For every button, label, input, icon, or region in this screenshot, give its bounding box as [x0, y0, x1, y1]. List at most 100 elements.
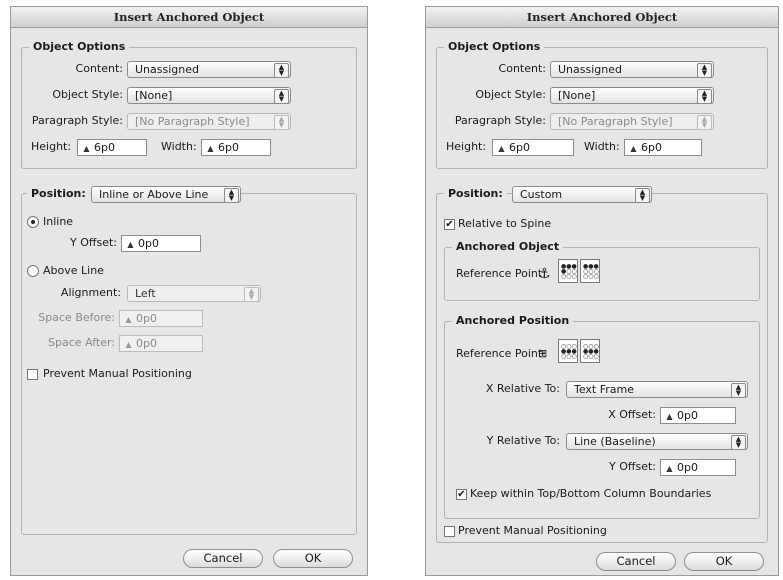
dialog-right: Insert Anchored Object Object Options Co…: [425, 6, 779, 576]
x-relative-select[interactable]: Text Frame ▲ ▼: [566, 381, 748, 398]
width-value: 6p0: [641, 141, 662, 154]
x-offset-field[interactable]: ▲ 0p0: [660, 407, 736, 424]
height-label: Height:: [31, 140, 72, 153]
y-offset-field[interactable]: ▲ 0p0: [660, 459, 736, 476]
object-style-select[interactable]: [None] ▲ ▼: [550, 87, 714, 104]
content-select[interactable]: Unassigned ▲ ▼: [550, 61, 714, 78]
popup-arrows-icon: ▲ ▼: [224, 188, 239, 203]
popup-arrows-icon: ▲ ▼: [244, 287, 259, 302]
height-label: Height:: [446, 140, 487, 153]
spread-pages-icon[interactable]: ●●● ○○○ ○○○: [580, 259, 600, 283]
height-value: 6p0: [509, 141, 530, 154]
paragraph-style-select-value: [No Paragraph Style]: [558, 115, 673, 128]
up-down-spinner-icon[interactable]: ▲: [205, 141, 216, 156]
position-select[interactable]: Inline or Above Line ▲ ▼: [91, 186, 241, 203]
position-select-value: Inline or Above Line: [99, 188, 209, 201]
alignment-select-value: Left: [135, 287, 156, 300]
popup-arrows-icon: ▲ ▼: [731, 383, 746, 398]
object-style-label: Object Style:: [475, 88, 546, 101]
y-relative-select[interactable]: Line (Baseline) ▲ ▼: [566, 433, 748, 450]
position-label: Position:: [27, 186, 90, 202]
object-style-select[interactable]: [None] ▲ ▼: [127, 87, 291, 104]
alignment-select[interactable]: Left ▲ ▼: [127, 285, 261, 302]
up-down-spinner-icon[interactable]: ▲: [496, 141, 507, 156]
ap-reference-point-label: Reference Point:: [456, 347, 546, 360]
above-line-radio[interactable]: [27, 265, 39, 277]
up-down-spinner-icon[interactable]: ▲: [628, 141, 639, 156]
space-after-label: Space After:: [48, 336, 115, 349]
dialog-left: Insert Anchored Object Object Options Co…: [10, 6, 368, 576]
position-select[interactable]: Custom ▲ ▼: [512, 186, 652, 203]
up-down-spinner-icon[interactable]: ▲: [664, 461, 675, 476]
up-down-spinner-icon[interactable]: ▲: [123, 312, 134, 327]
space-before-value: 0p0: [136, 312, 157, 325]
content-select-value: Unassigned: [135, 63, 199, 76]
paragraph-style-select-value: [No Paragraph Style]: [135, 115, 250, 128]
cancel-button[interactable]: Cancel: [183, 549, 263, 568]
up-down-spinner-icon[interactable]: ▲: [123, 337, 134, 352]
popup-arrows-icon: ▲ ▼: [731, 435, 746, 450]
position-label: Position:: [444, 186, 507, 202]
popup-arrows-icon: ▲ ▼: [697, 89, 712, 104]
y-offset-label: Y Offset:: [70, 236, 117, 249]
spread-pages-icon[interactable]: ○○○ ●●● ○○○: [580, 339, 600, 363]
prevent-manual-checkbox[interactable]: [27, 369, 38, 380]
paragraph-style-select[interactable]: [No Paragraph Style] ▲ ▼: [127, 113, 291, 130]
space-before-label: Space Before:: [38, 311, 115, 324]
prevent-manual-label: Prevent Manual Positioning: [458, 524, 607, 537]
keep-within-label: Keep within Top/Bottom Column Boundaries: [470, 487, 712, 500]
keep-within-checkbox[interactable]: ✔: [456, 489, 467, 500]
popup-arrows-icon: ▲ ▼: [697, 115, 712, 130]
width-label: Width:: [584, 140, 620, 153]
ok-button[interactable]: OK: [684, 552, 764, 571]
inline-label: Inline: [43, 215, 74, 228]
reference-point-grid-icon[interactable]: ○○○ ●●● ○○○: [558, 339, 578, 363]
up-down-spinner-icon[interactable]: ▲: [81, 141, 92, 156]
width-value: 6p0: [218, 141, 239, 154]
width-field[interactable]: ▲ 6p0: [624, 139, 702, 156]
y-offset-value: 0p0: [138, 237, 159, 250]
dialog-title: Insert Anchored Object: [426, 7, 778, 28]
popup-arrows-icon: ▲ ▼: [274, 89, 289, 104]
y-relative-select-value: Line (Baseline): [574, 435, 656, 448]
object-style-select-value: [None]: [558, 89, 596, 102]
height-field[interactable]: ▲ 6p0: [77, 139, 147, 156]
x-relative-select-value: Text Frame: [574, 383, 635, 396]
y-offset-field[interactable]: ▲ 0p0: [121, 235, 201, 252]
paragraph-style-label: Paragraph Style:: [454, 114, 546, 127]
up-down-spinner-icon[interactable]: ▲: [664, 409, 675, 424]
paragraph-style-select[interactable]: [No Paragraph Style] ▲ ▼: [550, 113, 714, 130]
up-down-spinner-icon[interactable]: ▲: [125, 237, 136, 252]
inline-radio[interactable]: [27, 216, 39, 228]
x-offset-label: X Offset:: [608, 408, 656, 421]
height-field[interactable]: ▲ 6p0: [492, 139, 574, 156]
text-frame-icon: ⊞: [538, 347, 548, 360]
space-after-field[interactable]: ▲ 0p0: [119, 335, 203, 352]
width-field[interactable]: ▲ 6p0: [201, 139, 271, 156]
reference-point-grid-icon[interactable]: ●●● ●○○ ○○○: [558, 259, 578, 283]
anchored-object-legend: Anchored Object: [452, 240, 564, 253]
dialog-title: Insert Anchored Object: [11, 7, 367, 28]
anchor-icon: ⚓: [538, 266, 551, 282]
prevent-manual-checkbox[interactable]: [444, 526, 455, 537]
ok-button[interactable]: OK: [273, 549, 353, 568]
cancel-button[interactable]: Cancel: [596, 552, 676, 571]
x-offset-value: 0p0: [677, 409, 698, 422]
content-label: Content:: [498, 62, 546, 75]
relative-to-spine-checkbox[interactable]: ✔: [444, 219, 455, 230]
prevent-manual-label: Prevent Manual Positioning: [43, 367, 192, 380]
position-select-value: Custom: [520, 188, 563, 201]
space-before-field[interactable]: ▲ 0p0: [119, 310, 203, 327]
content-label: Content:: [75, 62, 123, 75]
content-select[interactable]: Unassigned ▲ ▼: [127, 61, 291, 78]
popup-arrows-icon: ▲ ▼: [635, 188, 650, 203]
x-relative-label: X Relative To:: [485, 382, 560, 395]
alignment-label: Alignment:: [60, 286, 121, 299]
y-relative-label: Y Relative To:: [486, 434, 560, 447]
popup-arrows-icon: ▲ ▼: [274, 63, 289, 78]
relative-to-spine-label: Relative to Spine: [458, 217, 552, 230]
paragraph-style-label: Paragraph Style:: [31, 114, 123, 127]
object-style-select-value: [None]: [135, 89, 173, 102]
popup-arrows-icon: ▲ ▼: [274, 115, 289, 130]
above-line-label: Above Line: [43, 264, 104, 277]
